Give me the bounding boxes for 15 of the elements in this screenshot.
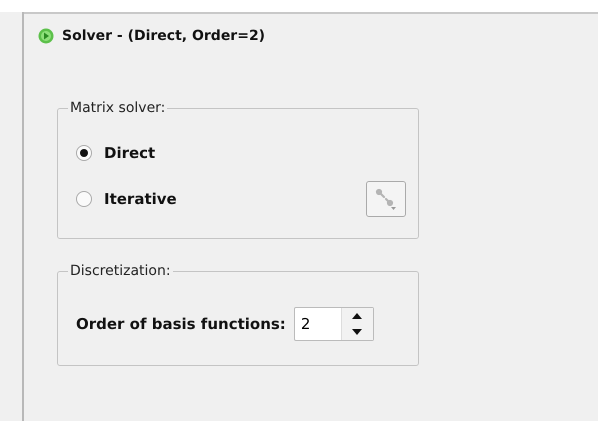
radio-button[interactable] xyxy=(76,191,92,207)
down-arrow-icon xyxy=(352,329,362,335)
order-value: 2 xyxy=(300,314,312,335)
status-icon xyxy=(38,28,54,44)
group-title: Matrix solver: xyxy=(69,100,166,116)
group-title: Discretization: xyxy=(69,263,172,279)
up-arrow-icon xyxy=(352,313,362,319)
order-label: Order of basis functions: xyxy=(76,315,286,333)
radio-option[interactable]: Direct xyxy=(76,130,156,176)
radio-button[interactable] xyxy=(76,145,92,161)
panel-title: Solver - (Direct, Order=2) xyxy=(62,28,266,44)
order-spinbox[interactable]: 2 xyxy=(294,307,374,341)
decrement-button[interactable] xyxy=(342,324,373,340)
radio-option[interactable]: Iterative xyxy=(76,176,177,222)
increment-button[interactable] xyxy=(342,308,373,324)
